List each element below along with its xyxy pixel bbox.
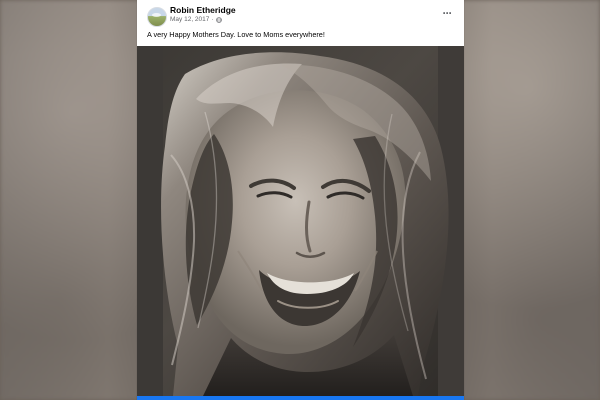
author-name[interactable]: Robin Etheridge (170, 6, 236, 15)
more-options-button[interactable]: ··· (439, 6, 455, 20)
post-date[interactable]: May 12, 2017 (170, 16, 209, 24)
bottom-accent-strip (137, 396, 464, 400)
globe-icon[interactable] (215, 17, 222, 24)
author-avatar[interactable] (147, 7, 167, 27)
post-caption: A very Happy Mothers Day. Love to Moms e… (147, 30, 325, 39)
facebook-post-card: Robin Etheridge May 12, 2017 · ··· A ver… (137, 0, 464, 400)
post-header: Robin Etheridge May 12, 2017 · ··· A ver… (137, 0, 464, 45)
sepia-portrait-photo (137, 46, 464, 396)
meta-separator: · (211, 16, 214, 23)
post-photo[interactable] (137, 46, 464, 396)
post-meta: May 12, 2017 · (170, 16, 222, 24)
more-options-icon: ··· (442, 6, 453, 20)
